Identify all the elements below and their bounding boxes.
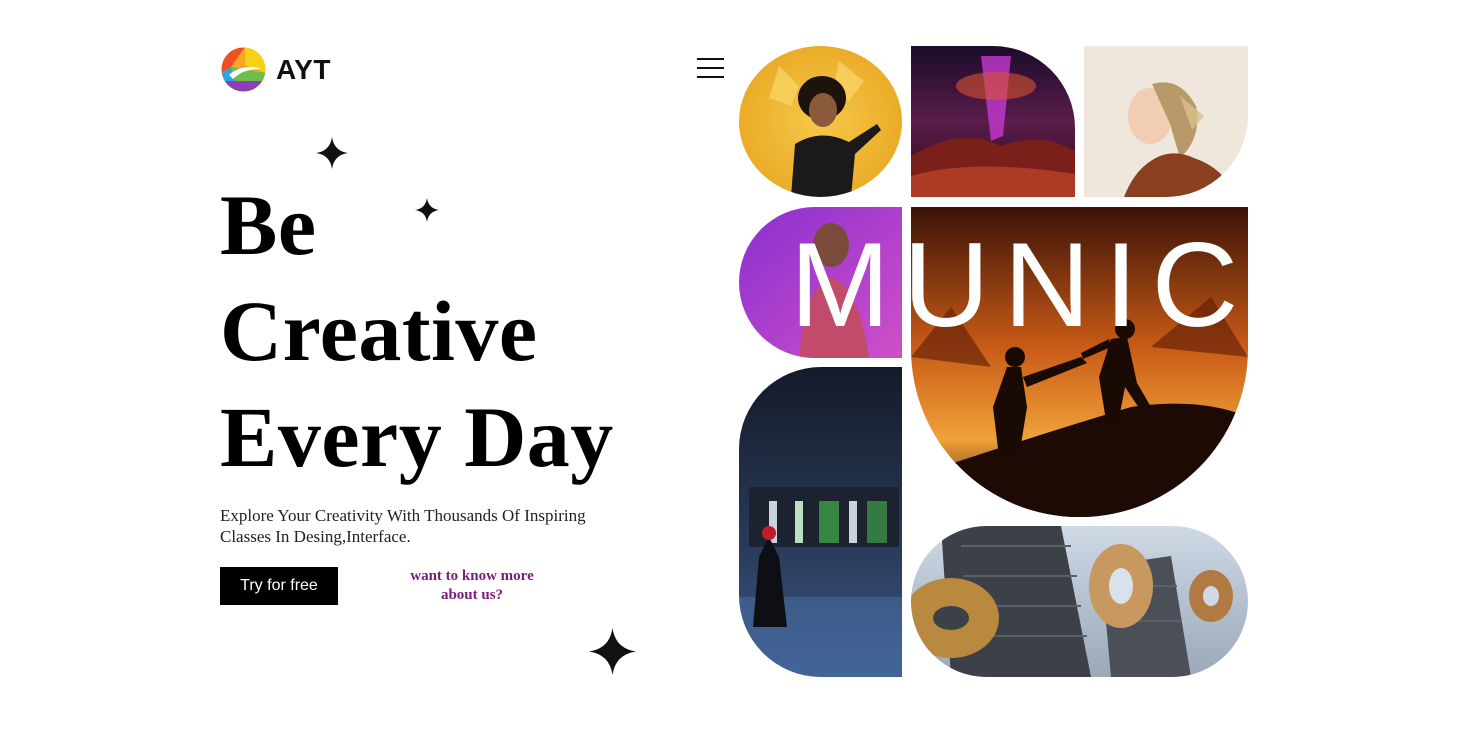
brand-name: AYT xyxy=(276,53,331,85)
headline-line: Creative xyxy=(220,283,538,379)
about-us-link[interactable]: want to know more about us? xyxy=(396,567,548,605)
ayt-logo-icon xyxy=(221,47,266,92)
brand-logo[interactable]: AYT xyxy=(221,47,331,92)
tile-banner-text: UNIC xyxy=(911,218,1248,352)
sparkle-icon xyxy=(316,137,348,169)
gallery-tile-purple-portrait: M xyxy=(739,207,902,358)
headline-line: Every Day xyxy=(220,389,614,485)
sparkle-icon xyxy=(589,628,636,675)
gallery-tile-cosmic-landscape xyxy=(911,46,1075,197)
gallery-tile-person-yellow xyxy=(739,46,902,197)
try-for-free-button[interactable]: Try for free xyxy=(220,567,338,605)
hero-headline: Be Creative Every Day xyxy=(220,172,614,490)
hamburger-menu-icon[interactable] xyxy=(697,56,725,80)
headline-line: Be xyxy=(220,177,317,273)
tile-letter: M xyxy=(790,218,890,352)
gallery-tile-architecture xyxy=(911,526,1248,677)
gallery-tile-profile-portrait xyxy=(1084,46,1248,197)
hero-subtitle: Explore Your Creativity With Thousands O… xyxy=(220,506,586,546)
gallery-tile-climbers: UNIC xyxy=(911,207,1248,517)
gallery-tile-rainy-night xyxy=(739,367,902,677)
